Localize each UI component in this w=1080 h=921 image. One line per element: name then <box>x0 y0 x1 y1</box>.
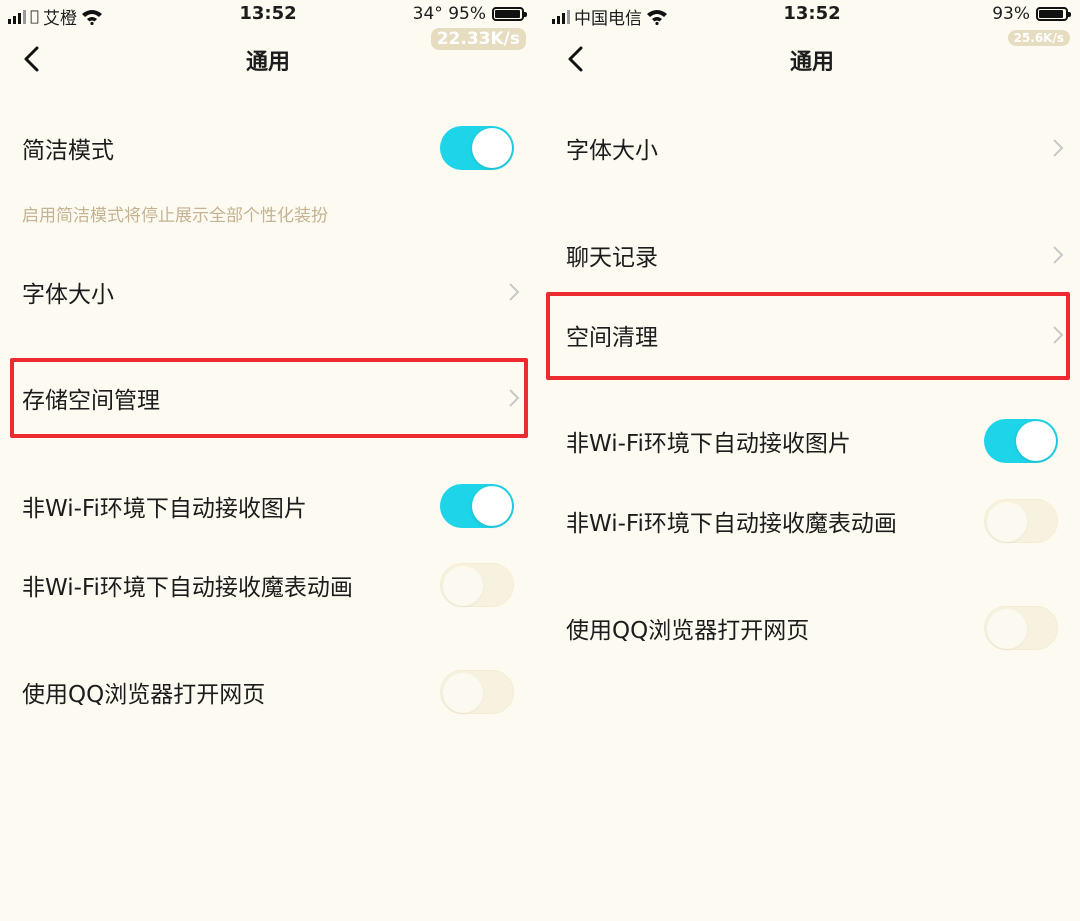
chevron-right-icon <box>509 389 520 407</box>
status-text: 93% <box>992 4 1030 24</box>
right-screen: 中国电信 13:52 93% 25.6K/s 通用 字体大小 聊天记录 空间清理… <box>544 0 1080 921</box>
toggle-knob <box>1016 421 1056 461</box>
auto-image-label: 非Wi-Fi环境下自动接收图片 <box>22 496 307 522</box>
page-title: 通用 <box>789 50 834 75</box>
simple-mode-row: 简洁模式 <box>0 110 536 186</box>
back-icon[interactable] <box>562 44 592 74</box>
qq-browser-label: 使用QQ浏览器打开网页 <box>22 682 266 708</box>
font-size-row[interactable]: 字体大小 <box>0 254 536 330</box>
chevron-right-icon <box>1053 246 1064 264</box>
toggle-knob <box>472 128 512 168</box>
left-screen:  艾橙 13:52 34° 95% 22.33K/s 通用 简洁模式 启用简洁… <box>0 0 536 921</box>
font-size-row[interactable]: 字体大小 <box>544 110 1080 186</box>
qq-browser-label: 使用QQ浏览器打开网页 <box>566 618 810 644</box>
toggle-knob <box>987 609 1027 649</box>
status-bar:  艾橙 13:52 34° 95% <box>0 0 536 30</box>
auto-emoji-label: 非Wi-Fi环境下自动接收魔表动画 <box>22 575 353 601</box>
simple-mode-toggle[interactable] <box>440 126 514 170</box>
battery-icon <box>1036 7 1071 21</box>
toggle-knob <box>443 566 483 606</box>
toggle-knob <box>443 673 483 713</box>
qq-browser-row: 使用QQ浏览器打开网页 <box>544 590 1080 666</box>
back-icon[interactable] <box>18 44 48 74</box>
auto-image-label: 非Wi-Fi环境下自动接收图片 <box>566 431 851 457</box>
auto-emoji-label: 非Wi-Fi环境下自动接收魔表动画 <box>566 511 897 537</box>
chat-history-label: 聊天记录 <box>566 245 658 271</box>
auto-emoji-toggle[interactable] <box>984 499 1058 543</box>
toggle-knob <box>472 486 512 526</box>
simple-mode-label: 简洁模式 <box>22 138 114 164</box>
nav-bar: 通用 <box>0 36 536 82</box>
auto-image-toggle[interactable] <box>440 484 514 528</box>
chevron-right-icon <box>509 283 520 301</box>
auto-emoji-toggle[interactable] <box>440 563 514 607</box>
chevron-right-icon <box>1053 326 1064 344</box>
space-cleanup-row[interactable]: 空间清理 <box>544 297 1080 373</box>
nav-bar: 通用 <box>544 36 1080 82</box>
space-cleanup-label: 空间清理 <box>566 325 658 351</box>
toggle-knob <box>987 502 1027 542</box>
qq-browser-toggle[interactable] <box>440 670 514 714</box>
qq-browser-toggle[interactable] <box>984 606 1058 650</box>
status-bar: 中国电信 13:52 93% <box>544 0 1080 30</box>
auto-image-toggle[interactable] <box>984 419 1058 463</box>
status-text: 34° 95% <box>412 4 486 24</box>
battery-level <box>1039 10 1064 18</box>
auto-emoji-row: 非Wi-Fi环境下自动接收魔表动画 <box>0 547 536 623</box>
battery-icon <box>492 7 527 21</box>
chat-history-row[interactable]: 聊天记录 <box>544 217 1080 293</box>
battery-level <box>495 10 520 18</box>
qq-browser-row: 使用QQ浏览器打开网页 <box>0 654 536 730</box>
storage-management-row[interactable]: 存储空间管理 <box>0 360 536 436</box>
auto-image-row: 非Wi-Fi环境下自动接收图片 <box>0 468 536 544</box>
font-size-label: 字体大小 <box>566 138 658 164</box>
font-size-label: 字体大小 <box>22 282 114 308</box>
auto-image-row: 非Wi-Fi环境下自动接收图片 <box>544 403 1080 479</box>
simple-mode-hint: 启用简洁模式将停止展示全部个性化装扮 <box>22 206 328 226</box>
page-title: 通用 <box>245 50 290 75</box>
auto-emoji-row: 非Wi-Fi环境下自动接收魔表动画 <box>544 483 1080 559</box>
storage-management-label: 存储空间管理 <box>22 388 160 414</box>
chevron-right-icon <box>1053 139 1064 157</box>
